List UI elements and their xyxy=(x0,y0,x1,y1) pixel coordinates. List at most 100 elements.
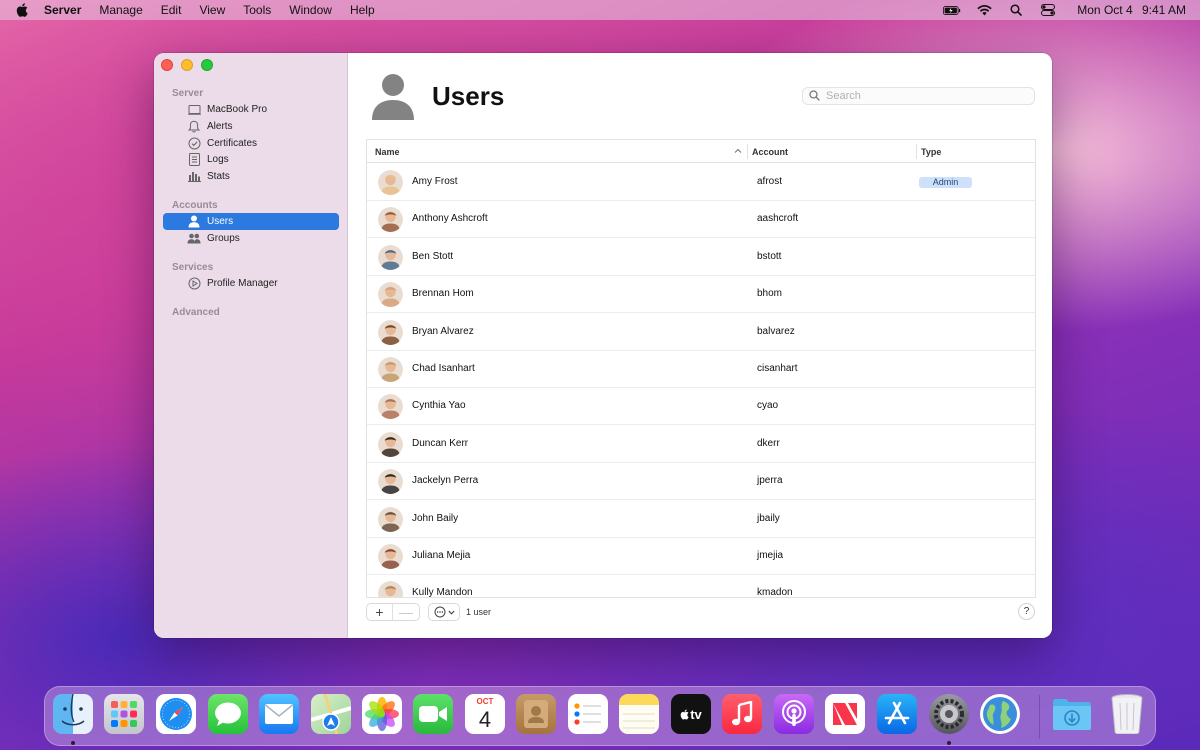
table-row[interactable]: Chad Isanhart cisanhart xyxy=(367,351,1035,388)
user-name: Kully Mandon xyxy=(412,587,473,598)
help-button[interactable]: ? xyxy=(1018,603,1035,620)
bell-icon xyxy=(187,120,201,134)
wifi-icon[interactable] xyxy=(975,3,993,17)
music-icon[interactable] xyxy=(722,694,762,734)
column-header-account[interactable]: Account xyxy=(752,140,788,163)
notes-icon[interactable] xyxy=(619,694,659,734)
avatar xyxy=(378,282,403,308)
safari-icon[interactable] xyxy=(156,694,196,734)
menu-window[interactable]: Window xyxy=(289,3,332,17)
launchpad-icon[interactable] xyxy=(104,694,144,734)
calendar-icon[interactable]: OCT 4 xyxy=(465,694,505,734)
column-divider[interactable] xyxy=(916,144,917,159)
downloads-folder-icon[interactable] xyxy=(1052,694,1092,734)
spotlight-search-icon[interactable] xyxy=(1007,3,1025,17)
user-account: dkerr xyxy=(757,437,780,449)
menu-date: Mon Oct 4 xyxy=(1077,3,1133,17)
table-row[interactable]: Kully Mandon kmadon xyxy=(367,575,1035,598)
table-row[interactable]: Anthony Ashcroft aashcroft xyxy=(367,201,1035,239)
table-row[interactable]: Amy Frost afrost Admin xyxy=(367,164,1035,201)
column-divider[interactable] xyxy=(747,144,748,159)
avatar xyxy=(378,357,403,382)
mail-icon[interactable] xyxy=(259,694,299,734)
table-row[interactable]: John Baily jbaily xyxy=(367,501,1035,538)
sidebar-item-users[interactable]: Users xyxy=(163,213,339,230)
menu-time: 9:41 AM xyxy=(1141,3,1186,17)
system-preferences-icon[interactable] xyxy=(929,694,969,734)
sidebar-item-stats[interactable]: Stats xyxy=(163,168,339,185)
sidebar-section-accounts: Accounts xyxy=(172,200,218,211)
action-menu-button[interactable] xyxy=(428,603,460,621)
menu-clock[interactable]: Mon Oct 4 9:41 AM xyxy=(1071,3,1186,17)
messages-icon[interactable] xyxy=(208,694,248,734)
zoom-window-button[interactable] xyxy=(201,59,213,71)
chevron-down-icon xyxy=(447,610,455,615)
podcasts-icon[interactable] xyxy=(774,694,814,734)
table-row[interactable]: Brennan Hom bhom xyxy=(367,276,1035,314)
finder-icon[interactable] xyxy=(53,694,93,734)
apple-tv-icon[interactable]: tv xyxy=(671,694,711,734)
search-input[interactable] xyxy=(826,90,1016,102)
avatar xyxy=(378,319,403,345)
sidebar-item-alerts[interactable]: Alerts xyxy=(163,118,339,135)
sidebar-item-label: Groups xyxy=(207,233,240,244)
stats-icon xyxy=(187,170,201,184)
column-header-type[interactable]: Type xyxy=(921,140,941,163)
sidebar-item-logs[interactable]: Logs xyxy=(163,151,339,168)
sidebar-section-advanced[interactable]: Advanced xyxy=(172,307,220,318)
maps-icon[interactable] xyxy=(311,694,351,734)
minimize-window-button[interactable] xyxy=(181,59,193,71)
user-name: Chad Isanhart xyxy=(412,363,475,374)
laptop-icon xyxy=(187,103,201,117)
contacts-icon[interactable] xyxy=(516,694,556,734)
close-window-button[interactable] xyxy=(161,59,173,71)
table-row[interactable]: Bryan Alvarez balvarez xyxy=(367,314,1035,351)
avatar xyxy=(378,394,403,420)
user-placeholder-icon xyxy=(371,73,415,121)
menu-tools[interactable]: Tools xyxy=(243,3,271,17)
menu-edit[interactable]: Edit xyxy=(161,3,182,17)
dock-separator xyxy=(1039,695,1040,739)
facetime-icon[interactable] xyxy=(413,694,453,734)
table-row[interactable]: Ben Stott bstott xyxy=(367,239,1035,276)
avatar xyxy=(378,581,403,597)
user-name: Amy Frost xyxy=(412,176,458,187)
table-row[interactable]: Duncan Kerr dkerr xyxy=(367,426,1035,463)
battery-icon[interactable] xyxy=(943,3,961,17)
sidebar-item-certificates[interactable]: Certificates xyxy=(163,135,339,152)
user-account: afrost xyxy=(757,176,783,187)
menu-view[interactable]: View xyxy=(199,3,225,17)
log-icon xyxy=(187,153,201,167)
table-row[interactable]: Cynthia Yao cyao xyxy=(367,388,1035,426)
menu-app-name[interactable]: Server xyxy=(44,3,81,17)
column-header-name[interactable]: Name xyxy=(375,140,747,163)
calendar-day: 4 xyxy=(478,706,492,732)
photos-icon[interactable] xyxy=(362,694,402,734)
user-account: jbaily xyxy=(757,512,780,524)
sidebar-item-groups[interactable]: Groups xyxy=(163,230,339,247)
network-globe-icon[interactable] xyxy=(980,694,1020,734)
content-pane: Users Name Account Type Amy FrostafrostA… xyxy=(349,53,1052,638)
news-icon[interactable] xyxy=(825,694,865,734)
sort-ascending-icon[interactable] xyxy=(734,147,742,155)
apple-menu-icon[interactable] xyxy=(15,3,29,17)
remove-user-button[interactable]: — xyxy=(393,604,419,620)
sidebar-item-macbook-pro[interactable]: MacBook Pro xyxy=(163,101,339,118)
ellipsis-circle-icon xyxy=(434,606,445,618)
add-user-button[interactable]: + xyxy=(367,604,394,620)
sidebar-item-profile-manager[interactable]: Profile Manager xyxy=(163,275,339,292)
table-row[interactable]: Jackelyn Perra jperra xyxy=(367,463,1035,501)
user-account: jmejia xyxy=(757,550,784,561)
trash-icon[interactable] xyxy=(1107,694,1147,734)
users-table: Name Account Type Amy Frost afrost Admin An… xyxy=(366,139,1036,598)
search-field[interactable] xyxy=(802,87,1035,105)
app-store-icon[interactable] xyxy=(877,694,917,734)
reminders-icon[interactable] xyxy=(568,694,608,734)
menu-manage[interactable]: Manage xyxy=(99,3,142,17)
table-row[interactable]: Juliana Mejia jmejia xyxy=(367,538,1035,575)
avatar xyxy=(378,431,403,457)
menu-help[interactable]: Help xyxy=(350,3,375,17)
user-account: kmadon xyxy=(757,587,793,598)
user-icon xyxy=(187,215,201,229)
control-center-icon[interactable] xyxy=(1039,3,1057,17)
